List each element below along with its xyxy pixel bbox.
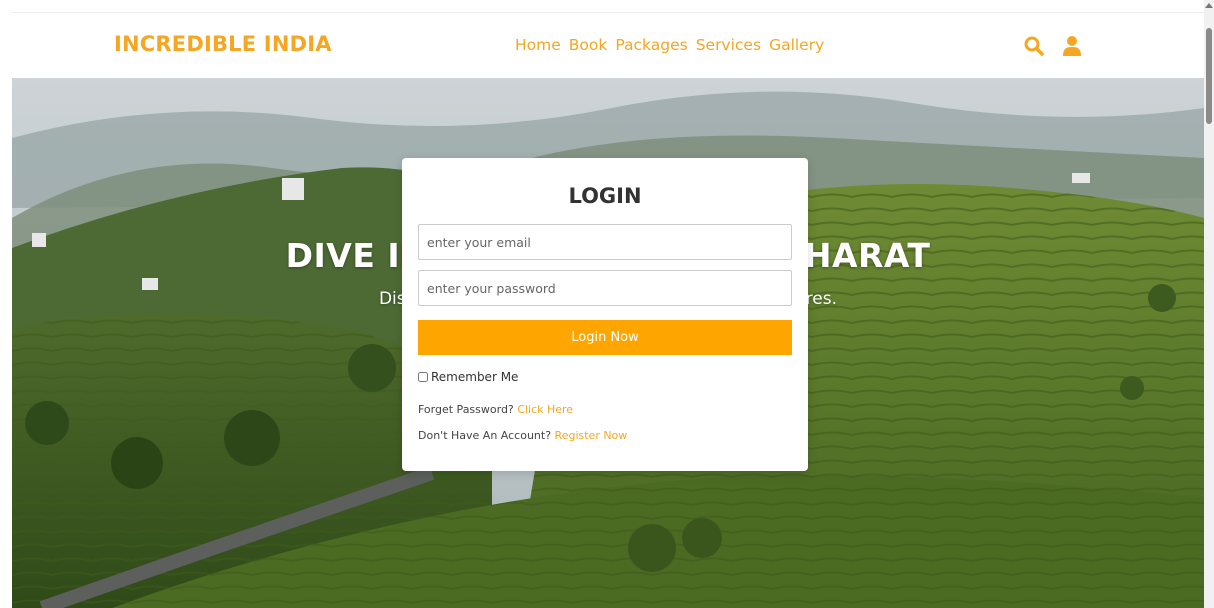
login-button[interactable]: Login Now <box>418 320 792 355</box>
site-header: INCREDIBLE INDIA Home Book Packages Serv… <box>12 12 1204 78</box>
login-title: LOGIN <box>568 184 642 208</box>
nav-services[interactable]: Services <box>696 36 761 54</box>
forget-password-line: Forget Password? Click Here <box>418 403 573 416</box>
forget-password-text: Forget Password? <box>418 403 518 416</box>
header-icons <box>1022 33 1084 59</box>
scroll-up-arrow-icon[interactable] <box>1205 3 1213 8</box>
remember-me[interactable]: Remember Me <box>418 370 518 384</box>
main-nav: Home Book Packages Services Gallery <box>515 36 824 54</box>
page-scrollbar[interactable] <box>1204 0 1214 608</box>
password-input[interactable] <box>418 270 792 306</box>
remember-checkbox[interactable] <box>418 372 428 382</box>
scroll-thumb[interactable] <box>1206 28 1212 124</box>
search-icon[interactable] <box>1022 33 1046 59</box>
register-line: Don't Have An Account? Register Now <box>418 429 627 442</box>
nav-gallery[interactable]: Gallery <box>769 36 824 54</box>
site-logo[interactable]: INCREDIBLE INDIA <box>114 32 332 56</box>
nav-packages[interactable]: Packages <box>615 36 687 54</box>
login-form: LOGIN Login Now Remember Me Forget Passw… <box>402 158 808 471</box>
register-link[interactable]: Register Now <box>555 429 628 442</box>
user-icon[interactable] <box>1060 33 1084 59</box>
forget-password-link[interactable]: Click Here <box>517 403 573 416</box>
email-input[interactable] <box>418 224 792 260</box>
page: INCREDIBLE INDIA Home Book Packages Serv… <box>0 0 1214 608</box>
register-text: Don't Have An Account? <box>418 429 555 442</box>
nav-home[interactable]: Home <box>515 36 561 54</box>
nav-book[interactable]: Book <box>569 36 608 54</box>
remember-label: Remember Me <box>431 370 519 384</box>
